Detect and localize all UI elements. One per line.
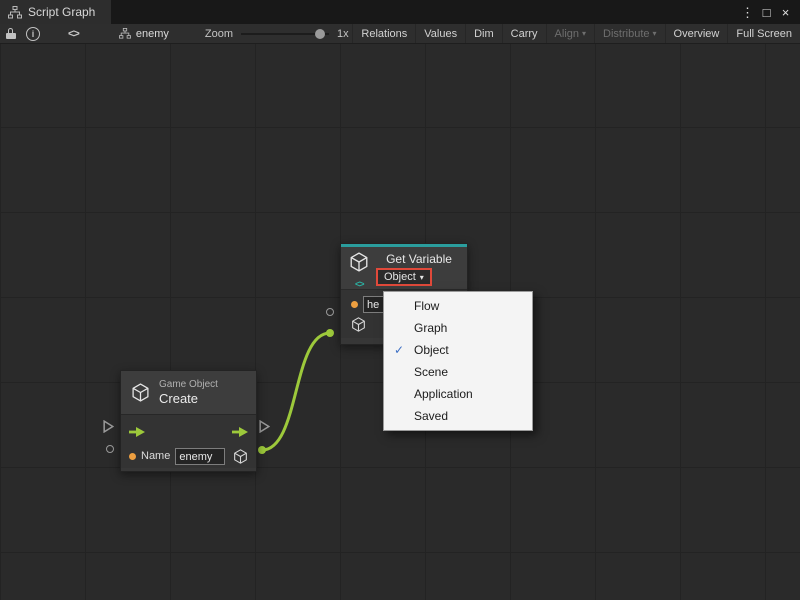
name-input[interactable]: enemy	[175, 448, 225, 465]
tab-title: Script Graph	[28, 5, 95, 19]
value-port-dot[interactable]	[129, 453, 136, 460]
zoom-slider-handle[interactable]	[315, 29, 325, 39]
title-bar: Script Graph ⋮ □ ×	[0, 0, 800, 24]
breadcrumb[interactable]: enemy	[119, 28, 169, 40]
script-graph-icon	[8, 6, 22, 19]
flow-output-port[interactable]	[259, 420, 270, 433]
node-title: Create	[159, 391, 218, 406]
distribute-label: Distribute	[603, 28, 649, 40]
graph-canvas[interactable]: <> Get Variable Object ▾ he	[0, 44, 800, 600]
full-screen-label: Full Screen	[736, 28, 792, 40]
menu-item-flow[interactable]: Flow	[384, 295, 532, 317]
variable-name-port[interactable]	[326, 308, 334, 316]
zoom-label: Zoom	[205, 28, 233, 40]
chevron-down-icon: ▾	[653, 29, 657, 38]
cube-icon	[131, 383, 150, 402]
menu-item-label: Scene	[414, 365, 448, 379]
flow-out-arrow-icon[interactable]	[232, 427, 248, 437]
menu-item-application[interactable]: Application	[384, 383, 532, 405]
lock-body	[6, 33, 16, 39]
align-button[interactable]: Align ▾	[546, 24, 594, 43]
menu-item-label: Graph	[414, 321, 447, 335]
maximize-icon[interactable]: □	[758, 3, 775, 21]
menu-item-label: Object	[414, 343, 449, 357]
menu-item-scene[interactable]: Scene	[384, 361, 532, 383]
menu-item-label: Saved	[414, 409, 448, 423]
menu-item-object[interactable]: ✓ Object	[384, 339, 532, 361]
toolbar-buttons: Relations Values Dim Carry Align ▾ Distr…	[352, 24, 800, 43]
dim-button[interactable]: Dim	[465, 24, 502, 43]
window-menu-icon[interactable]: ⋮	[739, 3, 756, 21]
variable-scope-dropdown[interactable]: Object ▾	[377, 269, 431, 285]
align-label: Align	[555, 28, 579, 40]
carry-button[interactable]: Carry	[502, 24, 546, 43]
name-input-port[interactable]	[106, 445, 114, 453]
create-node-titles: Game Object Create	[159, 379, 218, 406]
cube-icon	[351, 317, 366, 332]
flow-input-port[interactable]	[103, 420, 114, 433]
node-subtitle: Game Object	[159, 379, 218, 390]
overview-button[interactable]: Overview	[665, 24, 728, 43]
get-variable-header: <> Get Variable Object ▾	[341, 247, 467, 289]
chevron-down-icon: ▾	[582, 29, 586, 38]
script-graph-window: Script Graph ⋮ □ × i <> enemy	[0, 0, 800, 600]
tab-script-graph[interactable]: Script Graph	[0, 0, 111, 24]
overview-label: Overview	[674, 28, 720, 40]
menu-item-label: Flow	[414, 299, 439, 313]
zoom-slider[interactable]	[241, 28, 329, 40]
distribute-button[interactable]: Distribute ▾	[594, 24, 664, 43]
value-port-dot[interactable]	[351, 301, 358, 308]
graph-name: enemy	[136, 28, 169, 40]
get-variable-titles: Get Variable Object ▾	[375, 252, 463, 285]
dim-label: Dim	[474, 28, 494, 40]
cube-icon: <>	[349, 252, 375, 285]
relations-button[interactable]: Relations	[352, 24, 415, 43]
full-screen-button[interactable]: Full Screen	[727, 24, 800, 43]
menu-item-label: Application	[414, 387, 473, 401]
menu-item-saved[interactable]: Saved	[384, 405, 532, 427]
name-port-row: Name enemy	[129, 444, 248, 468]
window-controls: ⋮ □ ×	[739, 3, 800, 21]
graph-asset-icon	[119, 28, 131, 39]
node-title: Get Variable	[386, 252, 452, 266]
create-node-header: Game Object Create	[121, 371, 256, 415]
values-label: Values	[424, 28, 457, 40]
cube-icon	[233, 449, 248, 464]
flow-port-row	[129, 420, 248, 444]
values-button[interactable]: Values	[415, 24, 465, 43]
close-icon[interactable]: ×	[777, 3, 794, 21]
code-icon: <>	[355, 279, 364, 289]
name-port-label: Name	[141, 450, 170, 462]
carry-label: Carry	[511, 28, 538, 40]
create-game-object-node[interactable]: Game Object Create Name	[120, 370, 257, 472]
scope-menu: Flow Graph ✓ Object Scene Application Sa…	[383, 291, 533, 431]
zoom-value: 1x	[337, 28, 349, 40]
lock-icon[interactable]	[6, 28, 16, 40]
scope-value: Object	[384, 271, 416, 283]
code-icon[interactable]: <>	[68, 28, 79, 40]
check-icon: ✓	[384, 343, 414, 357]
info-icon[interactable]: i	[26, 27, 40, 41]
flow-in-arrow-icon[interactable]	[129, 427, 145, 437]
chevron-down-icon: ▾	[420, 273, 424, 282]
graph-toolbar: i <> enemy Zoom 1x Relations	[0, 24, 800, 44]
relations-label: Relations	[361, 28, 407, 40]
create-node-body: Name enemy	[121, 415, 256, 468]
menu-item-graph[interactable]: Graph	[384, 317, 532, 339]
